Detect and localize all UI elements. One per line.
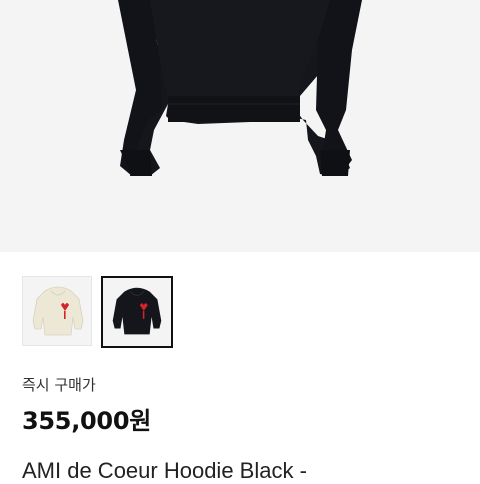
price: 355,000원 bbox=[22, 407, 151, 435]
black-hoodie-image bbox=[118, 0, 362, 176]
thumbnail-black-hoodie[interactable] bbox=[101, 276, 173, 348]
ivory-hoodie-thumbnail-icon bbox=[32, 286, 84, 336]
thumbnail-ivory-hoodie[interactable] bbox=[22, 276, 92, 346]
product-title: AMI de Coeur Hoodie Black - bbox=[22, 458, 307, 483]
instant-purchase-label: 즉시 구매가 bbox=[22, 376, 96, 394]
thumbnail-strip bbox=[22, 276, 173, 348]
black-hoodie-thumbnail-icon bbox=[112, 287, 162, 335]
product-main-image[interactable] bbox=[0, 0, 480, 252]
